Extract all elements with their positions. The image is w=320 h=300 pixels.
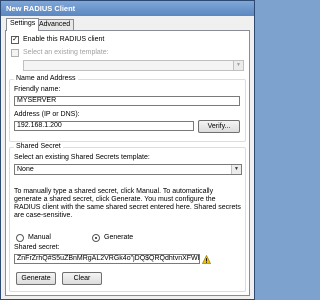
chevron-down-icon: ▼ bbox=[231, 165, 241, 174]
secret-template-select[interactable]: None ▼ bbox=[14, 164, 242, 175]
existing-template-select[interactable]: ▼ bbox=[23, 60, 244, 71]
settings-panel: ✓ Enable this RADIUS client Select an ex… bbox=[5, 30, 250, 296]
name-address-group: Name and Address Friendly name: MYSERVER… bbox=[9, 75, 246, 142]
generate-radio[interactable] bbox=[92, 234, 100, 242]
name-address-title: Name and Address bbox=[14, 75, 78, 83]
existing-template-checkbox[interactable] bbox=[11, 49, 19, 57]
radius-client-dialog: New RADIUS Client Settings Advanced ✓ En… bbox=[0, 0, 255, 300]
clear-button[interactable]: Clear bbox=[62, 272, 102, 285]
generate-button[interactable]: Generate bbox=[16, 272, 56, 285]
warning-icon bbox=[202, 255, 211, 264]
secret-template-value: None bbox=[17, 166, 34, 173]
generate-label: Generate bbox=[104, 234, 134, 241]
existing-template-label: Select an existing template: bbox=[23, 49, 109, 56]
manual-radio[interactable] bbox=[16, 234, 24, 242]
shared-secret-label: Shared secret: bbox=[14, 244, 60, 251]
address-label: Address (IP or DNS): bbox=[14, 111, 80, 118]
window-title: New RADIUS Client bbox=[1, 1, 254, 16]
shared-secret-title: Shared Secret bbox=[14, 143, 63, 151]
tab-settings[interactable]: Settings bbox=[6, 18, 40, 31]
friendly-name-label: Friendly name: bbox=[14, 86, 61, 93]
shared-secret-input[interactable]: ZnFrZrhQ#S5uZBnMRgAL2VRGk4o"jDQ$QRQdhtvn… bbox=[14, 254, 200, 264]
friendly-name-input[interactable]: MYSERVER bbox=[14, 96, 240, 106]
tab-advanced[interactable]: Advanced bbox=[35, 19, 75, 30]
shared-secret-description: To manually type a shared secret, click … bbox=[14, 188, 241, 219]
verify-button[interactable]: Verify... bbox=[198, 120, 240, 133]
shared-secret-group: Shared Secret Select an existing Shared … bbox=[9, 143, 246, 292]
address-input[interactable]: 192.168.1.200 bbox=[14, 121, 194, 131]
chevron-down-icon: ▼ bbox=[233, 61, 243, 70]
manual-label: Manual bbox=[28, 234, 51, 241]
secret-template-label: Select an existing Shared Secrets templa… bbox=[14, 154, 150, 161]
enable-client-checkbox[interactable]: ✓ bbox=[11, 36, 19, 44]
enable-client-label: Enable this RADIUS client bbox=[23, 36, 105, 43]
